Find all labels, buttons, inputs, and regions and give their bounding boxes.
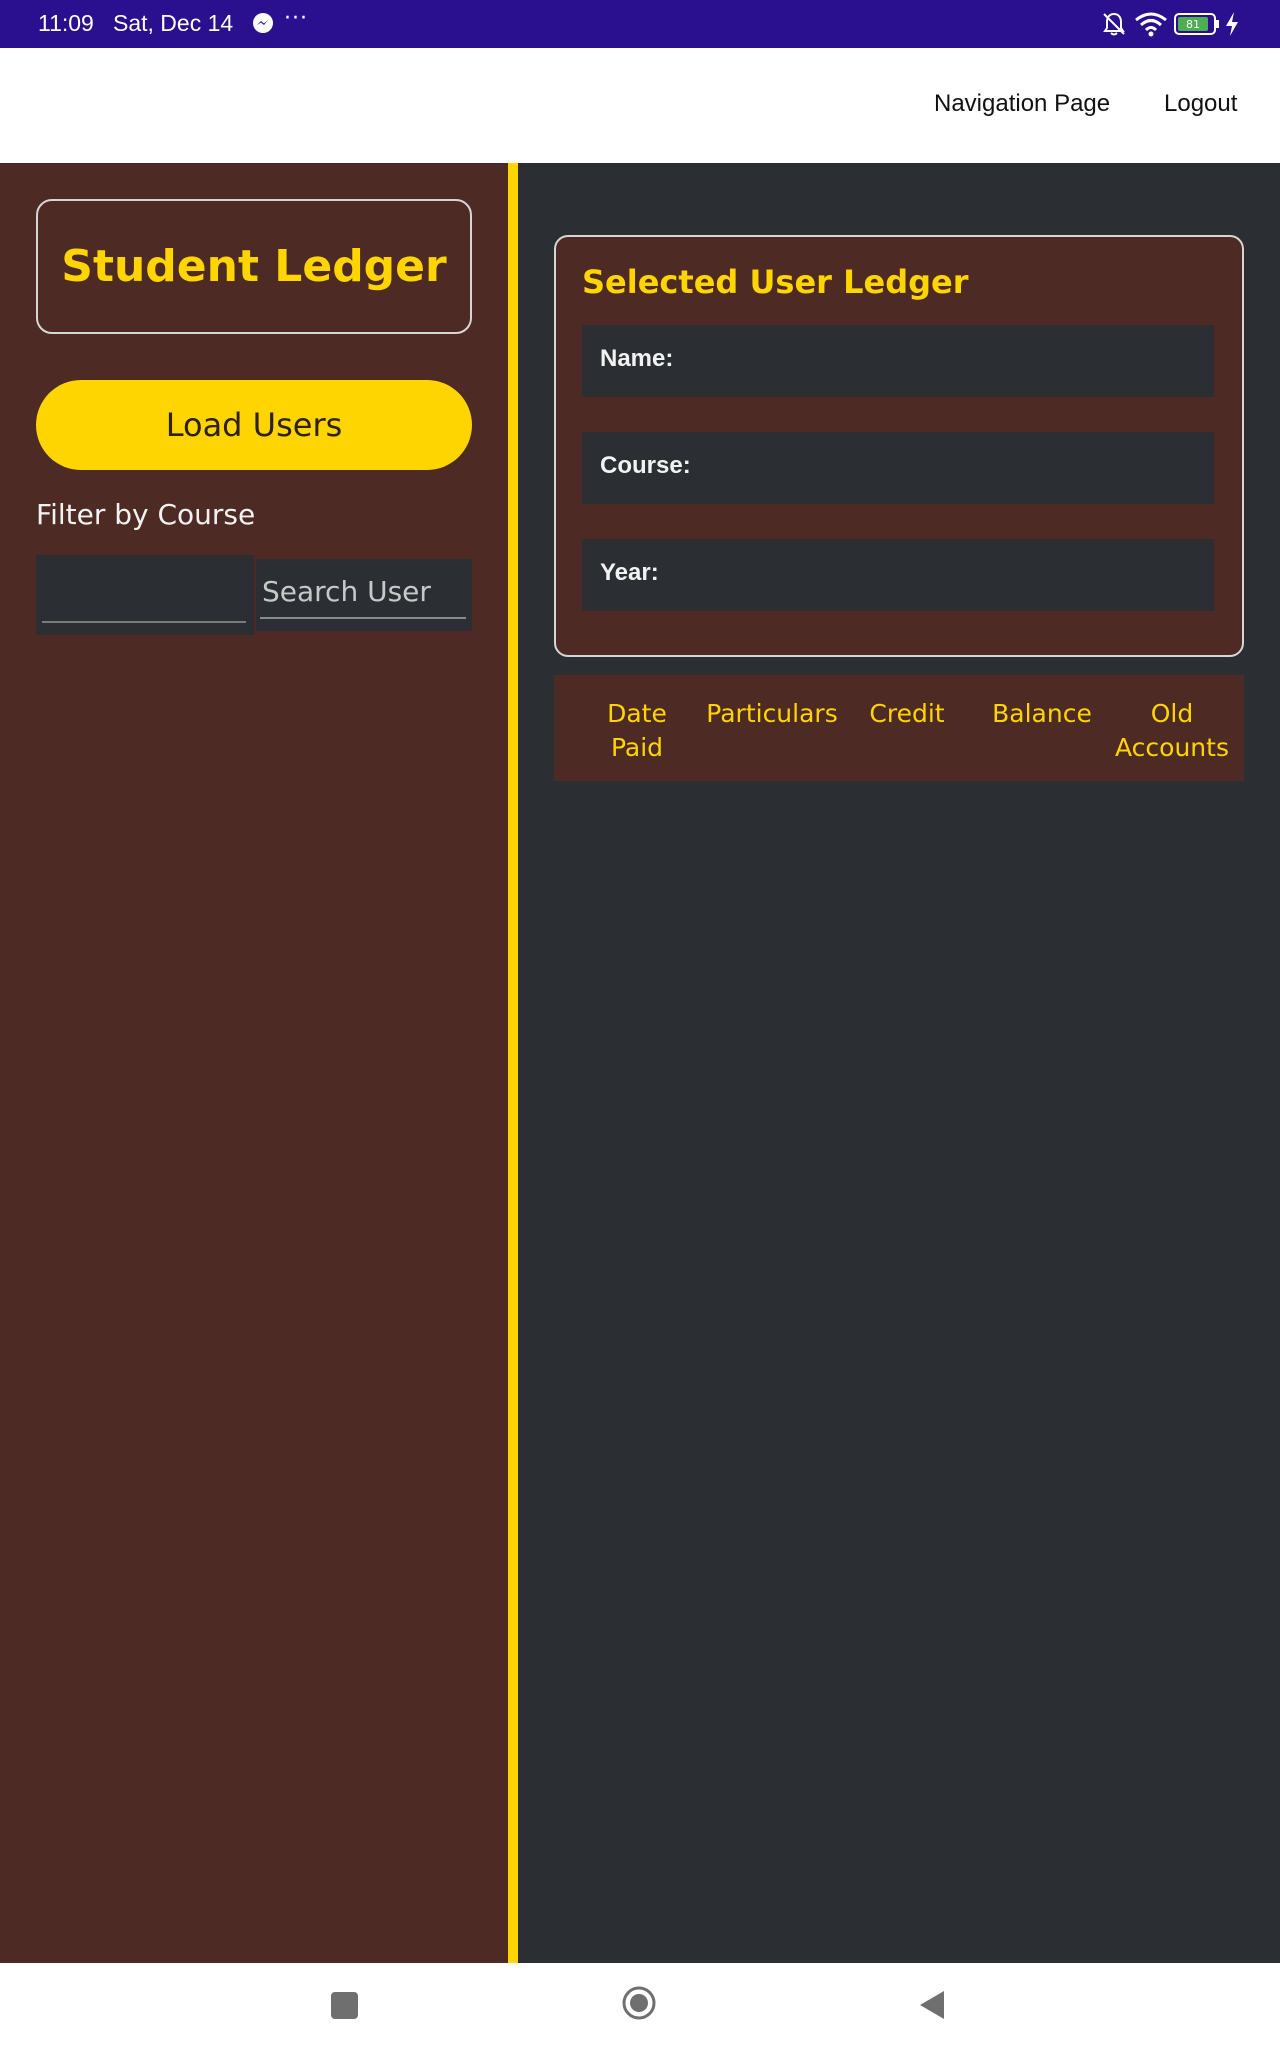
course-input-underline [42,621,246,623]
column-header-balance: Balance [992,699,1092,728]
column-header-old-accounts: Old Accounts [1115,699,1229,762]
column-header-date-paid: Date Paid [607,699,667,762]
recents-icon[interactable] [331,1992,358,2019]
wifi-icon [1135,12,1167,37]
battery-icon: 81 [1174,13,1219,35]
status-time: 11:09 [38,10,94,36]
system-nav-bar [0,1963,1280,2048]
home-icon[interactable] [621,1985,657,2021]
selected-user-ledger-card: Selected User Ledger Name: Course: Year: [554,235,1244,657]
column-header-credit: Credit [869,699,945,728]
more-notifications-icon: ··· [284,6,308,31]
status-bar: 11:09 Sat, Dec 14 ··· 81 [0,0,1280,48]
ledger-table-header: Date Paid Particulars Credit Balance Old… [554,675,1244,781]
year-field: Year: [582,539,1214,611]
messenger-icon [253,13,273,33]
column-header-particulars: Particulars [706,699,838,728]
logout-link[interactable]: Logout [1164,90,1237,118]
app-title: Student Ledger [61,241,447,292]
ledger-card-title: Selected User Ledger [582,263,969,301]
app-title-box: Student Ledger [36,199,472,334]
course-label: Course: [600,452,691,479]
search-user-placeholder: Search User [262,575,431,608]
main-panel: Selected User Ledger Name: Course: Year:… [518,163,1280,1963]
sidebar: Student Ledger Load Users Filter by Cour… [0,163,508,1963]
course-filter-input[interactable] [36,555,254,635]
name-label: Name: [600,345,674,372]
name-field: Name: [582,325,1214,397]
bell-off-icon [1103,12,1125,36]
back-icon[interactable] [918,1989,946,2021]
search-user-input[interactable]: Search User [256,559,472,631]
charging-icon [1226,12,1238,36]
battery-level: 81 [1186,18,1200,31]
course-field: Course: [582,432,1214,504]
navigation-page-link[interactable]: Navigation Page [934,90,1110,118]
load-users-button[interactable]: Load Users [36,380,472,470]
status-date: Sat, Dec 14 [113,10,234,36]
search-input-underline [260,617,466,619]
year-label: Year: [600,559,659,586]
filter-by-course-label: Filter by Course [36,498,256,531]
panel-divider [508,163,518,1963]
app-header: Navigation Page Logout [0,48,1280,163]
